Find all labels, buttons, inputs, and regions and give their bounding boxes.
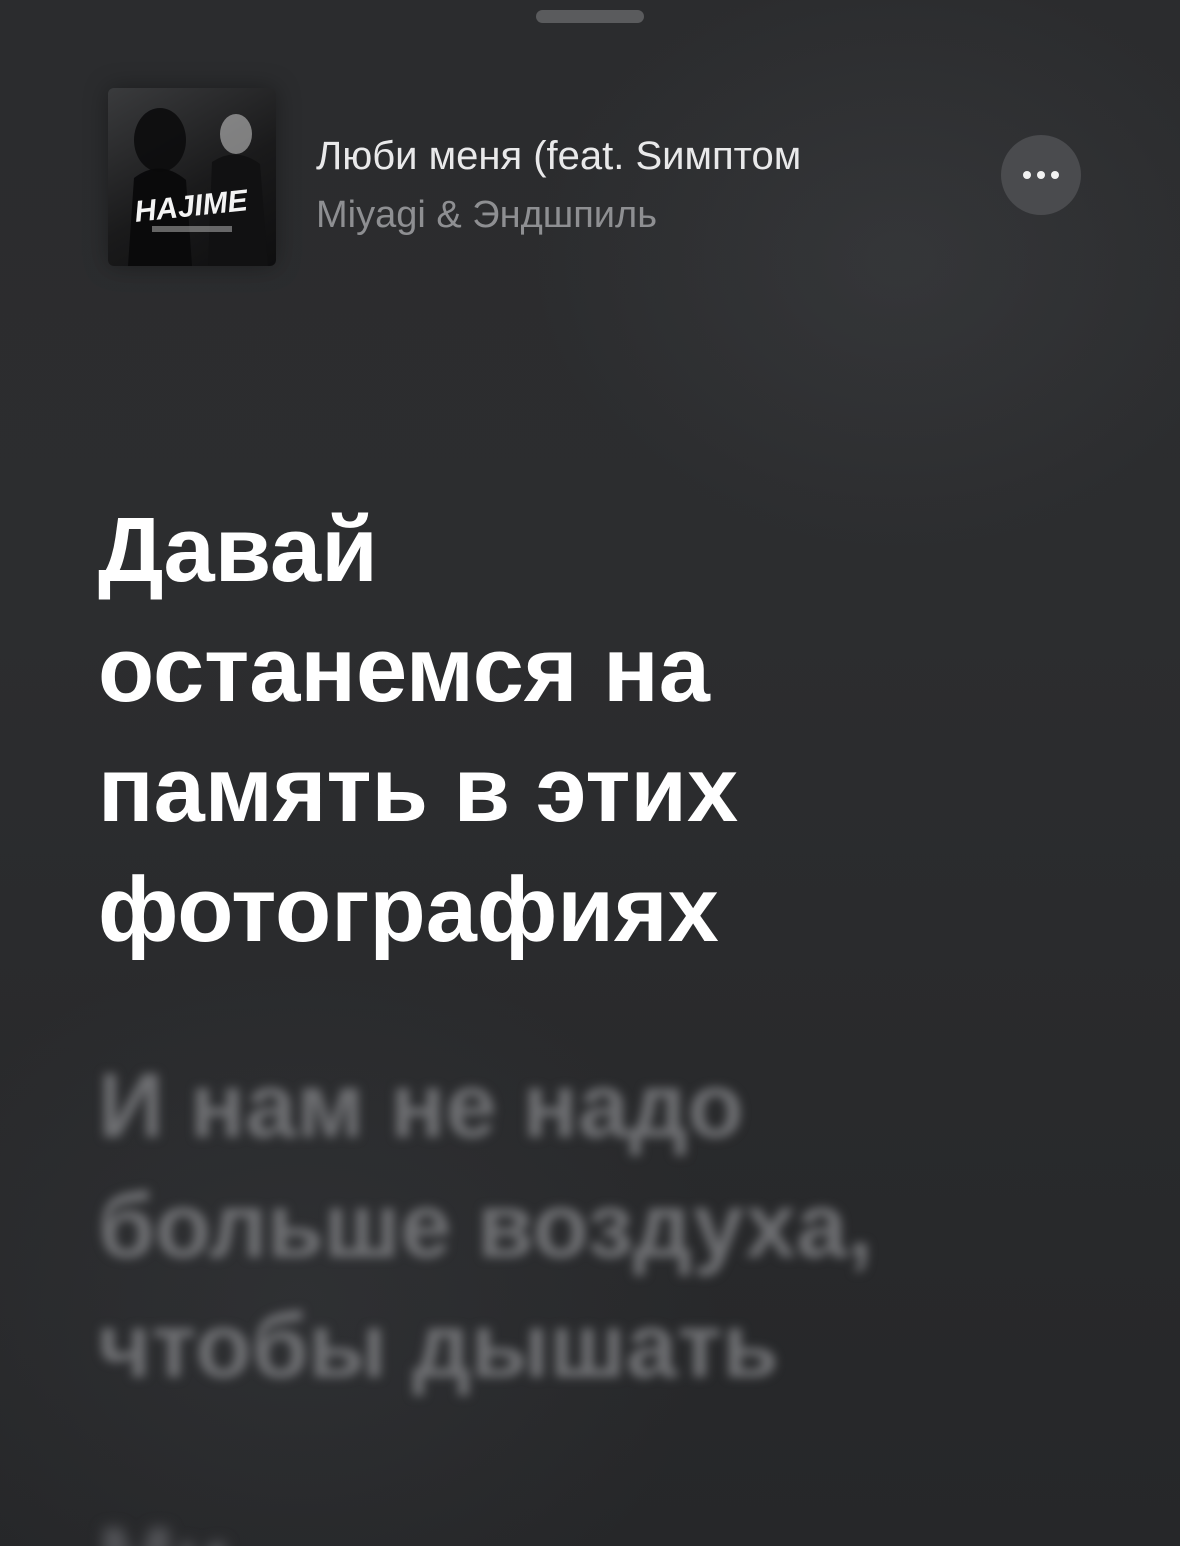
album-artwork[interactable]: HAJIME (108, 88, 276, 266)
ellipsis-icon (1023, 171, 1031, 179)
ellipsis-icon (1051, 171, 1059, 179)
track-artist[interactable]: Miyagi & Эндшпиль (316, 190, 936, 240)
ellipsis-icon (1037, 171, 1045, 179)
lyric-line-current[interactable]: Давай (98, 490, 998, 610)
lyric-line-upcoming[interactable]: чтобы дышать (98, 1286, 998, 1406)
now-playing-header: HAJIME Люби меня (feat. Sимптом Miyagi &… (108, 88, 1088, 268)
track-title[interactable]: Люби меня (feat. Sимптом (316, 130, 936, 182)
lyric-line-current[interactable]: фотографиях (98, 850, 998, 970)
lyrics-view[interactable]: Давай останемся на память в этих фотогра… (98, 490, 998, 1406)
more-options-button[interactable] (1001, 135, 1081, 215)
lyric-line-upcoming[interactable]: И нам не надо (98, 1046, 998, 1166)
sheet-grabber[interactable] (536, 10, 644, 23)
lyric-line-current[interactable]: останемся на (98, 610, 998, 730)
lyric-spacer (98, 970, 998, 1046)
artwork-image: HAJIME (128, 108, 268, 266)
lyric-line-partial[interactable]: Ми (98, 1500, 231, 1546)
lyric-line-upcoming[interactable]: больше воздуха, (98, 1166, 998, 1286)
lyric-line-current[interactable]: память в этих (98, 730, 998, 850)
